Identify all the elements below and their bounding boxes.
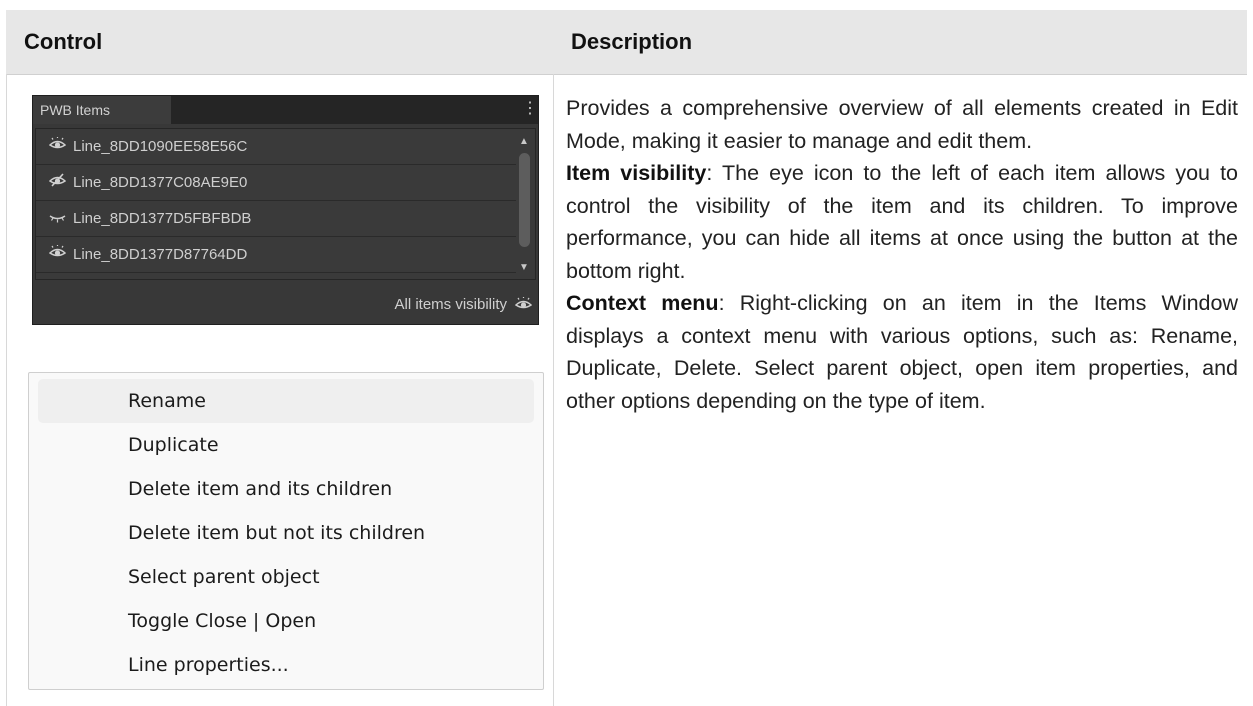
list-item[interactable]: Line_8DD1377D5FBFBDB: [36, 201, 516, 237]
eye-open-icon[interactable]: [46, 237, 68, 273]
list-item[interactable]: Line_8DD1090EE58E56C: [36, 129, 516, 165]
column-divider: [553, 74, 554, 706]
menu-item-line-properties[interactable]: Line properties...: [38, 643, 534, 687]
list-item[interactable]: Line_8DD1377D87764DD: [36, 237, 516, 273]
list-item[interactable]: Line_8DD1377C08AE9E0: [36, 165, 516, 201]
menu-item-select-parent[interactable]: Select parent object: [38, 555, 534, 599]
scroll-down-icon[interactable]: ▼: [515, 261, 533, 275]
items-list: Line_8DD1090EE58E56C Line_8DD1377C08AE9E…: [35, 128, 536, 280]
menu-item-toggle-close-open[interactable]: Toggle Close | Open: [38, 599, 534, 643]
item-label: Line_8DD1377C08AE9E0: [73, 174, 248, 191]
tab-pwb-items[interactable]: PWB Items: [33, 96, 171, 124]
all-items-visibility-label: All items visibility: [394, 296, 507, 313]
scrollbar[interactable]: ▲ ▼: [515, 129, 533, 279]
description-context-menu: Context menu: Right-clicking on an item …: [566, 287, 1238, 417]
visibility-heading: Item visibility: [566, 161, 707, 185]
column-header-description: Description: [571, 29, 693, 54]
context-menu-heading: Context menu: [566, 291, 719, 315]
menu-item-rename[interactable]: Rename: [38, 379, 534, 423]
description-intro: Provides a comprehensive overview of all…: [566, 96, 1238, 153]
description-visibility: Item visibility: The eye icon to the lef…: [566, 157, 1238, 287]
table-header: Control Description: [6, 10, 1247, 75]
eye-open-icon[interactable]: [514, 296, 533, 313]
menu-item-duplicate[interactable]: Duplicate: [38, 423, 534, 467]
item-label: Line_8DD1090EE58E56C: [73, 138, 248, 155]
kebab-menu-icon[interactable]: ⋮: [522, 100, 538, 118]
context-menu: Rename Duplicate Delete item and its chi…: [28, 372, 544, 690]
all-items-visibility-button[interactable]: All items visibility: [394, 292, 533, 318]
description-cell: Provides a comprehensive overview of all…: [566, 92, 1238, 417]
eye-open-icon[interactable]: [46, 129, 68, 165]
menu-item-delete-without-children[interactable]: Delete item but not its children: [38, 511, 534, 555]
item-label: Line_8DD1377D87764DD: [73, 246, 248, 263]
pwb-items-window: PWB Items ⋮ Line_8DD1090EE58E56C Line_8D…: [32, 95, 539, 325]
eye-closed-icon[interactable]: [46, 201, 68, 237]
scroll-up-icon[interactable]: ▲: [515, 135, 533, 149]
table-border-left: [6, 74, 7, 706]
scroll-thumb[interactable]: [519, 153, 530, 247]
item-label: Line_8DD1377D5FBFBDB: [73, 210, 252, 227]
window-titlebar: PWB Items ⋮: [33, 96, 538, 124]
eye-hidden-icon[interactable]: [46, 165, 68, 201]
menu-item-delete-with-children[interactable]: Delete item and its children: [38, 467, 534, 511]
column-header-control: Control: [24, 29, 103, 54]
